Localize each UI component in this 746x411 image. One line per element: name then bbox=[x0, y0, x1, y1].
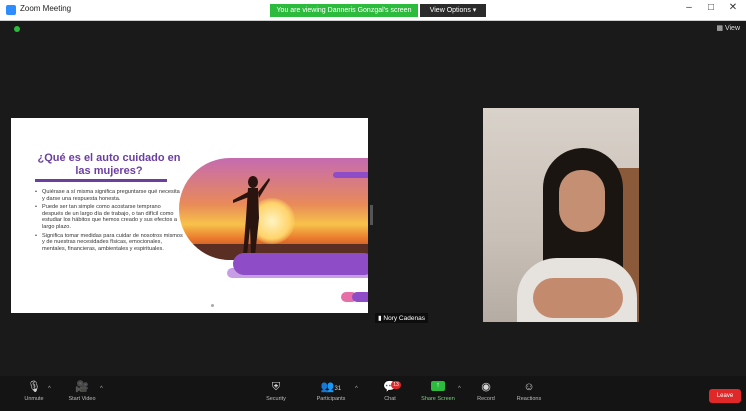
participant-name-label: ▮ Nory Cadenas bbox=[375, 313, 428, 323]
woman-silhouette bbox=[233, 176, 270, 256]
share-screen-label: Share Screen bbox=[421, 396, 455, 402]
security-button[interactable]: ⛨ Security bbox=[251, 379, 301, 403]
participants-count: 31 bbox=[334, 386, 342, 392]
participant-face bbox=[559, 170, 605, 232]
participant-video bbox=[483, 108, 639, 322]
chat-button[interactable]: 💬 Chat bbox=[365, 379, 415, 403]
start-video-label: Start Video bbox=[68, 396, 96, 402]
participants-icon: 👥31 bbox=[320, 381, 342, 393]
maximize-icon[interactable]: □ bbox=[704, 2, 718, 13]
share-screen-button[interactable]: ↑ Share Screen bbox=[413, 379, 463, 403]
decorative-bar bbox=[333, 172, 368, 178]
unmute-label: Unmute bbox=[24, 396, 44, 402]
slide-bullet: Puede ser tan simple como acostarse temp… bbox=[35, 204, 183, 230]
view-button[interactable]: ▦ View bbox=[716, 24, 740, 32]
window-title: Zoom Meeting bbox=[20, 4, 72, 13]
participants-button[interactable]: 👥31 Participants bbox=[306, 379, 356, 403]
slide-bullet: Quiérase a sí misma significa preguntars… bbox=[35, 189, 183, 202]
screen-share-banner: You are viewing Danneris Gonzgal's scree… bbox=[270, 4, 418, 17]
view-label: View bbox=[724, 25, 740, 32]
reactions-icon: ☺ bbox=[523, 381, 535, 393]
share-screen-icon: ↑ bbox=[431, 381, 445, 391]
close-icon[interactable]: ✕ bbox=[726, 2, 740, 13]
security-label: Security bbox=[266, 396, 286, 402]
video-options-caret[interactable]: ^ bbox=[100, 386, 103, 392]
minimize-icon[interactable]: – bbox=[682, 2, 696, 13]
chat-unread-badge: 13 bbox=[391, 381, 401, 389]
title-underline bbox=[35, 179, 167, 182]
view-options-button[interactable]: View Options ▾ bbox=[420, 4, 486, 17]
leave-button[interactable]: Leave bbox=[709, 389, 741, 403]
split-view-handle[interactable] bbox=[370, 205, 373, 225]
participant-hand bbox=[533, 278, 623, 318]
slide-bullet: Significa tomar medidas para cuidar de n… bbox=[35, 233, 183, 253]
chat-icon: 💬 bbox=[383, 381, 397, 393]
slide-bullets: Quiérase a sí misma significa preguntars… bbox=[35, 189, 183, 254]
chat-label: Chat bbox=[384, 396, 396, 402]
connection-status-icon bbox=[14, 26, 20, 32]
unmute-button[interactable]: 🎙 Unmute bbox=[9, 379, 59, 403]
zoom-app-icon bbox=[6, 5, 16, 15]
cursor-marker bbox=[211, 304, 214, 307]
reactions-button[interactable]: ☺ Reactions bbox=[504, 379, 554, 403]
reactions-label: Reactions bbox=[516, 396, 542, 402]
participant-name: Nory Cadenas bbox=[383, 315, 425, 322]
shared-slide: ¿Qué es el auto cuidado en las mujeres? … bbox=[11, 118, 368, 313]
decorative-bar bbox=[233, 253, 368, 275]
participants-options-caret[interactable]: ^ bbox=[355, 386, 358, 392]
participants-label: Participants bbox=[316, 396, 346, 402]
title-bar: Zoom Meeting You are viewing Danneris Go… bbox=[0, 0, 746, 21]
microphone-muted-icon: 🎙 bbox=[27, 381, 41, 393]
shield-icon: ⛨ bbox=[271, 381, 281, 393]
signal-icon: ▮ bbox=[378, 315, 382, 322]
audio-options-caret[interactable]: ^ bbox=[48, 386, 51, 392]
decorative-pill bbox=[352, 292, 368, 302]
slide-title: ¿Qué es el auto cuidado en las mujeres? bbox=[37, 152, 181, 177]
